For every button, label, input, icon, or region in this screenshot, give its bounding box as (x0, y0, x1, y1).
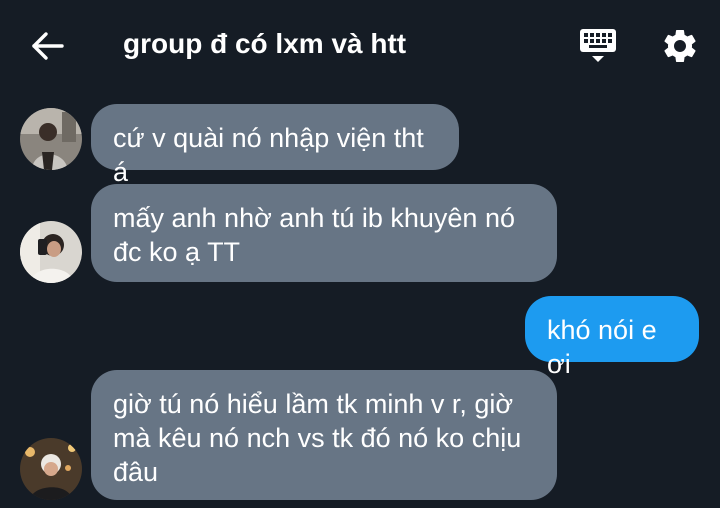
message-text: cứ v quài nó nhập viện tht á (113, 123, 424, 187)
message-text: mà kêu nó nch vs tk đó nó ko chịu (113, 423, 522, 453)
message-bubble-incoming[interactable]: cứ v quài nó nhập viện tht á (91, 104, 459, 187)
chat-header: group đ có lxm và htt (0, 0, 720, 92)
back-arrow-icon[interactable] (28, 28, 68, 64)
message-bubble-incoming[interactable]: mấy anh nhờ anh tú ib khuyên nó đc ko ạ … (91, 184, 557, 282)
chat-screen: group đ có lxm và htt cứ v quài nó nhập … (0, 0, 720, 508)
avatar[interactable] (20, 221, 82, 283)
message-bubble-outgoing[interactable]: khó nói e ơi (525, 296, 699, 379)
message-text: đc ko ạ TT (113, 237, 241, 267)
page-title: group đ có lxm và htt (123, 28, 407, 59)
keyboard-icon[interactable] (578, 26, 618, 66)
gear-icon[interactable] (660, 26, 700, 66)
message-text: khó nói e ơi (547, 315, 657, 379)
message-text: đâu (113, 457, 159, 487)
message-bubble-incoming[interactable]: giờ tú nó hiểu lầm tk minh v r, giờ mà k… (91, 370, 557, 500)
avatar[interactable] (20, 108, 82, 170)
message-text: giờ tú nó hiểu lầm tk minh v r, giờ (113, 389, 514, 419)
avatar[interactable] (20, 438, 82, 500)
message-text: mấy anh nhờ anh tú ib khuyên nó (113, 203, 515, 233)
